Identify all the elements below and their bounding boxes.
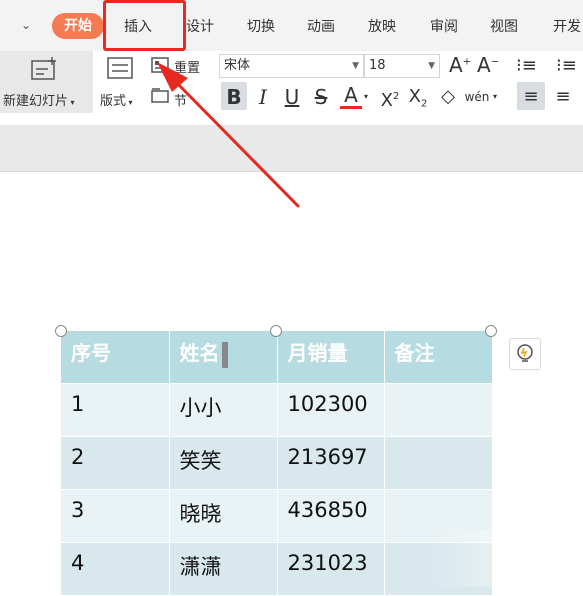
bullet-list-icon[interactable]: ⁝≡ — [516, 55, 537, 76]
table-row: 1 小小 102300 — [61, 383, 493, 437]
table-header-row: 序号 姓名 月销量 备注 — [61, 331, 493, 384]
workspace-gray-area — [0, 125, 583, 171]
corner-fade — [430, 530, 583, 587]
insert-tab-highlight-box — [103, 0, 186, 51]
font-color-dropdown-icon[interactable]: ▾ — [361, 85, 371, 109]
table-cell[interactable]: 潇潇 — [169, 542, 278, 596]
phonetic-guide-icon[interactable]: wén — [464, 85, 490, 109]
align-center-icon[interactable]: ≡ — [549, 85, 577, 109]
tab-developer[interactable]: 开发 — [553, 16, 581, 36]
sales-table[interactable]: 序号 姓名 月销量 备注 1 小小 102300 2 笑笑 213697 3 晓… — [61, 331, 493, 596]
table-cell[interactable]: 晓晓 — [169, 489, 278, 543]
increase-font-icon[interactable]: A+ — [449, 53, 471, 77]
table-row: 2 笑笑 213697 — [61, 436, 493, 490]
underline-icon[interactable]: U — [280, 85, 304, 109]
table-header-cell[interactable]: 序号 — [61, 331, 170, 384]
new-slide-button[interactable]: 新建幻灯片 ▾ — [0, 51, 93, 113]
resize-handle-top-middle[interactable] — [270, 325, 282, 337]
table-cell[interactable]: 笑笑 — [169, 436, 278, 490]
strikethrough-icon[interactable]: S — [310, 85, 332, 109]
table-cell[interactable]: 231023 — [277, 542, 385, 596]
tab-animations[interactable]: 动画 — [307, 16, 335, 36]
ribbon-tab-bar: ⌄ 开始 插入 设计 切换 动画 放映 审阅 视图 开发 — [0, 0, 583, 51]
table-cell[interactable]: 213697 — [277, 436, 385, 490]
table-cell[interactable] — [384, 383, 493, 437]
resize-handle-top-right[interactable] — [485, 325, 497, 337]
table-cell[interactable]: 436850 — [277, 489, 385, 543]
tab-home[interactable]: 开始 — [52, 13, 104, 39]
table-header-cell[interactable]: 备注 — [384, 331, 493, 384]
subscript-icon[interactable]: X2 — [405, 85, 431, 110]
smart-suggestion-button[interactable] — [509, 338, 541, 370]
bold-icon[interactable]: B — [221, 85, 247, 109]
font-name-select[interactable]: 宋体 ▼ — [219, 54, 364, 78]
section-button[interactable]: 节 — [174, 90, 187, 109]
font-color-icon[interactable]: A — [340, 85, 362, 109]
table-cell[interactable]: 2 — [61, 436, 170, 490]
lightbulb-icon — [517, 344, 533, 362]
reset-button[interactable]: 重置 — [174, 57, 200, 76]
text-cursor — [221, 341, 228, 368]
phonetic-dropdown-icon[interactable]: ▾ — [490, 85, 500, 109]
tab-review[interactable]: 审阅 — [430, 16, 458, 36]
table-cell[interactable]: 4 — [61, 542, 170, 596]
table-header-cell[interactable]: 月销量 — [277, 331, 385, 384]
tab-slideshow[interactable]: 放映 — [368, 16, 396, 36]
font-name-value: 宋体 — [224, 58, 251, 73]
resize-handle-top-left[interactable] — [55, 325, 67, 337]
reset-icon — [151, 57, 169, 73]
tab-view[interactable]: 视图 — [490, 16, 518, 36]
table-cell[interactable]: 3 — [61, 489, 170, 543]
table-cell[interactable] — [384, 436, 493, 490]
italic-icon[interactable]: I — [252, 85, 274, 109]
quick-access-chevron-icon[interactable]: ⌄ — [18, 17, 34, 33]
tab-transitions[interactable]: 切换 — [247, 16, 275, 36]
dropdown-arrow-icon: ▼ — [428, 61, 435, 71]
section-icon — [151, 88, 169, 103]
layout-icon — [107, 57, 133, 79]
numbered-list-icon[interactable]: ⁝≡ — [556, 55, 577, 76]
table-cell[interactable]: 102300 — [277, 383, 385, 437]
new-slide-label: 新建幻灯片 ▾ — [3, 94, 75, 109]
superscript-icon[interactable]: X2 — [377, 85, 403, 111]
table-row: 4 潇潇 231023 — [61, 542, 493, 596]
font-size-value: 18 — [369, 58, 386, 73]
new-slide-icon — [31, 57, 56, 80]
tab-design[interactable]: 设计 — [186, 16, 214, 36]
table-cell[interactable]: 1 — [61, 383, 170, 437]
font-size-select[interactable]: 18 ▼ — [364, 54, 440, 78]
table-cell[interactable]: 小小 — [169, 383, 278, 437]
layout-button[interactable]: 版式 ▾ — [100, 90, 133, 109]
eraser-icon[interactable]: ◇ — [437, 85, 459, 109]
dropdown-arrow-icon: ▼ — [352, 61, 359, 71]
table-row: 3 晓晓 436850 — [61, 489, 493, 543]
decrease-font-icon[interactable]: A− — [477, 53, 499, 77]
table-header-cell[interactable]: 姓名 — [169, 331, 278, 384]
align-left-icon[interactable]: ≡ — [517, 85, 545, 109]
